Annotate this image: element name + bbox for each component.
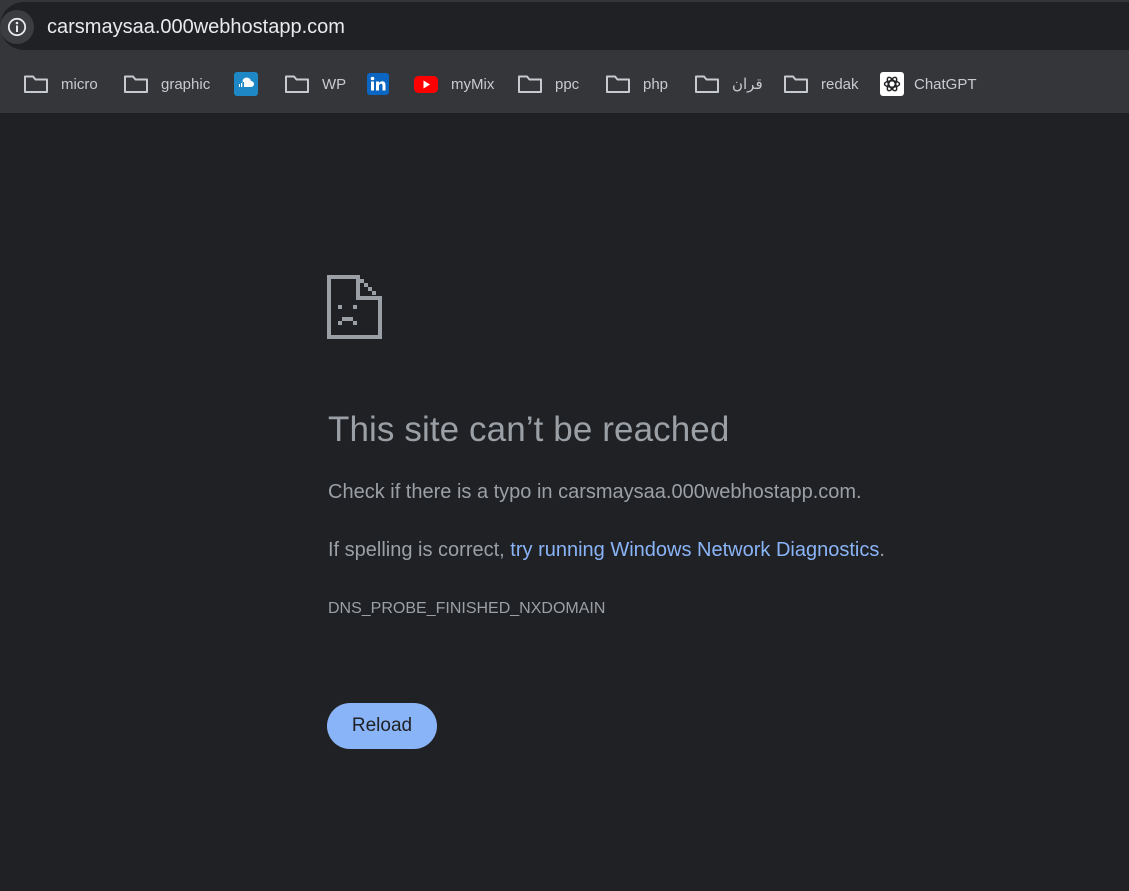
- reload-button[interactable]: Reload: [327, 703, 437, 749]
- url-text[interactable]: carsmaysaa.000webhostapp.com: [47, 16, 345, 39]
- bookmark-label: php: [643, 75, 669, 93]
- error-page: This site can’t be reached Check if ther…: [0, 113, 1129, 891]
- windows-network-diagnostics-link[interactable]: try running Windows Network Diagnostics: [510, 539, 879, 561]
- address-bar[interactable]: carsmaysaa.000webhostapp.com: [0, 2, 1129, 50]
- folder-icon: [23, 72, 49, 96]
- bookmark-label: graphic: [161, 75, 211, 93]
- diagnostics-suffix: .: [879, 539, 885, 561]
- bookmark-youtube-mymix[interactable]: myMix: [413, 71, 494, 97]
- chatgpt-icon: [880, 72, 904, 96]
- browser-toolbar: carsmaysaa.000webhostapp.com micro graph…: [0, 0, 1129, 113]
- bookmark-folder-wp[interactable]: WP: [284, 71, 346, 97]
- bookmark-folder-graphic[interactable]: graphic: [123, 71, 210, 97]
- folder-icon: [605, 72, 631, 96]
- bookmark-linkedin[interactable]: [367, 71, 389, 97]
- bookmark-chatgpt[interactable]: ChatGPT: [880, 71, 977, 97]
- folder-icon: [284, 72, 310, 96]
- youtube-icon: [413, 72, 439, 96]
- bookmark-folder-micro[interactable]: micro: [23, 71, 98, 97]
- bookmark-label: myMix: [451, 75, 495, 93]
- folder-icon: [783, 72, 809, 96]
- site-info-button[interactable]: [0, 10, 34, 44]
- bookmark-label: redak: [821, 75, 859, 93]
- soundcloud-icon: [234, 72, 258, 96]
- diagnostics-prefix: If spelling is correct,: [328, 539, 511, 561]
- diagnostics-hint: If spelling is correct, try running Wind…: [328, 539, 885, 562]
- info-icon: [7, 17, 27, 37]
- bookmark-folder-ppc[interactable]: ppc: [517, 71, 579, 97]
- bookmark-label: ppc: [555, 75, 580, 93]
- sad-page-icon: [327, 275, 382, 339]
- bookmark-label: ChatGPT: [914, 75, 977, 93]
- bookmark-label: WP: [322, 75, 347, 93]
- bookmark-folder-redak[interactable]: redak: [783, 71, 859, 97]
- folder-icon: [517, 72, 543, 96]
- bookmark-label: micro: [61, 75, 98, 93]
- error-title: This site can’t be reached: [328, 410, 730, 449]
- bookmark-folder-php[interactable]: php: [605, 71, 668, 97]
- linkedin-icon: [367, 73, 389, 95]
- typo-hint-text: Check if there is a typo in carsmaysaa.0…: [328, 481, 862, 503]
- bookmark-label: قران: [732, 76, 763, 93]
- folder-icon: [694, 72, 720, 96]
- bookmark-folder-quran[interactable]: قران: [694, 71, 763, 97]
- bookmarks-bar: micro graphic WP myMix ppc php قران reda…: [0, 52, 1129, 113]
- error-code: DNS_PROBE_FINISHED_NXDOMAIN: [328, 600, 606, 617]
- bookmark-soundcloud[interactable]: [234, 71, 258, 97]
- folder-icon: [123, 72, 149, 96]
